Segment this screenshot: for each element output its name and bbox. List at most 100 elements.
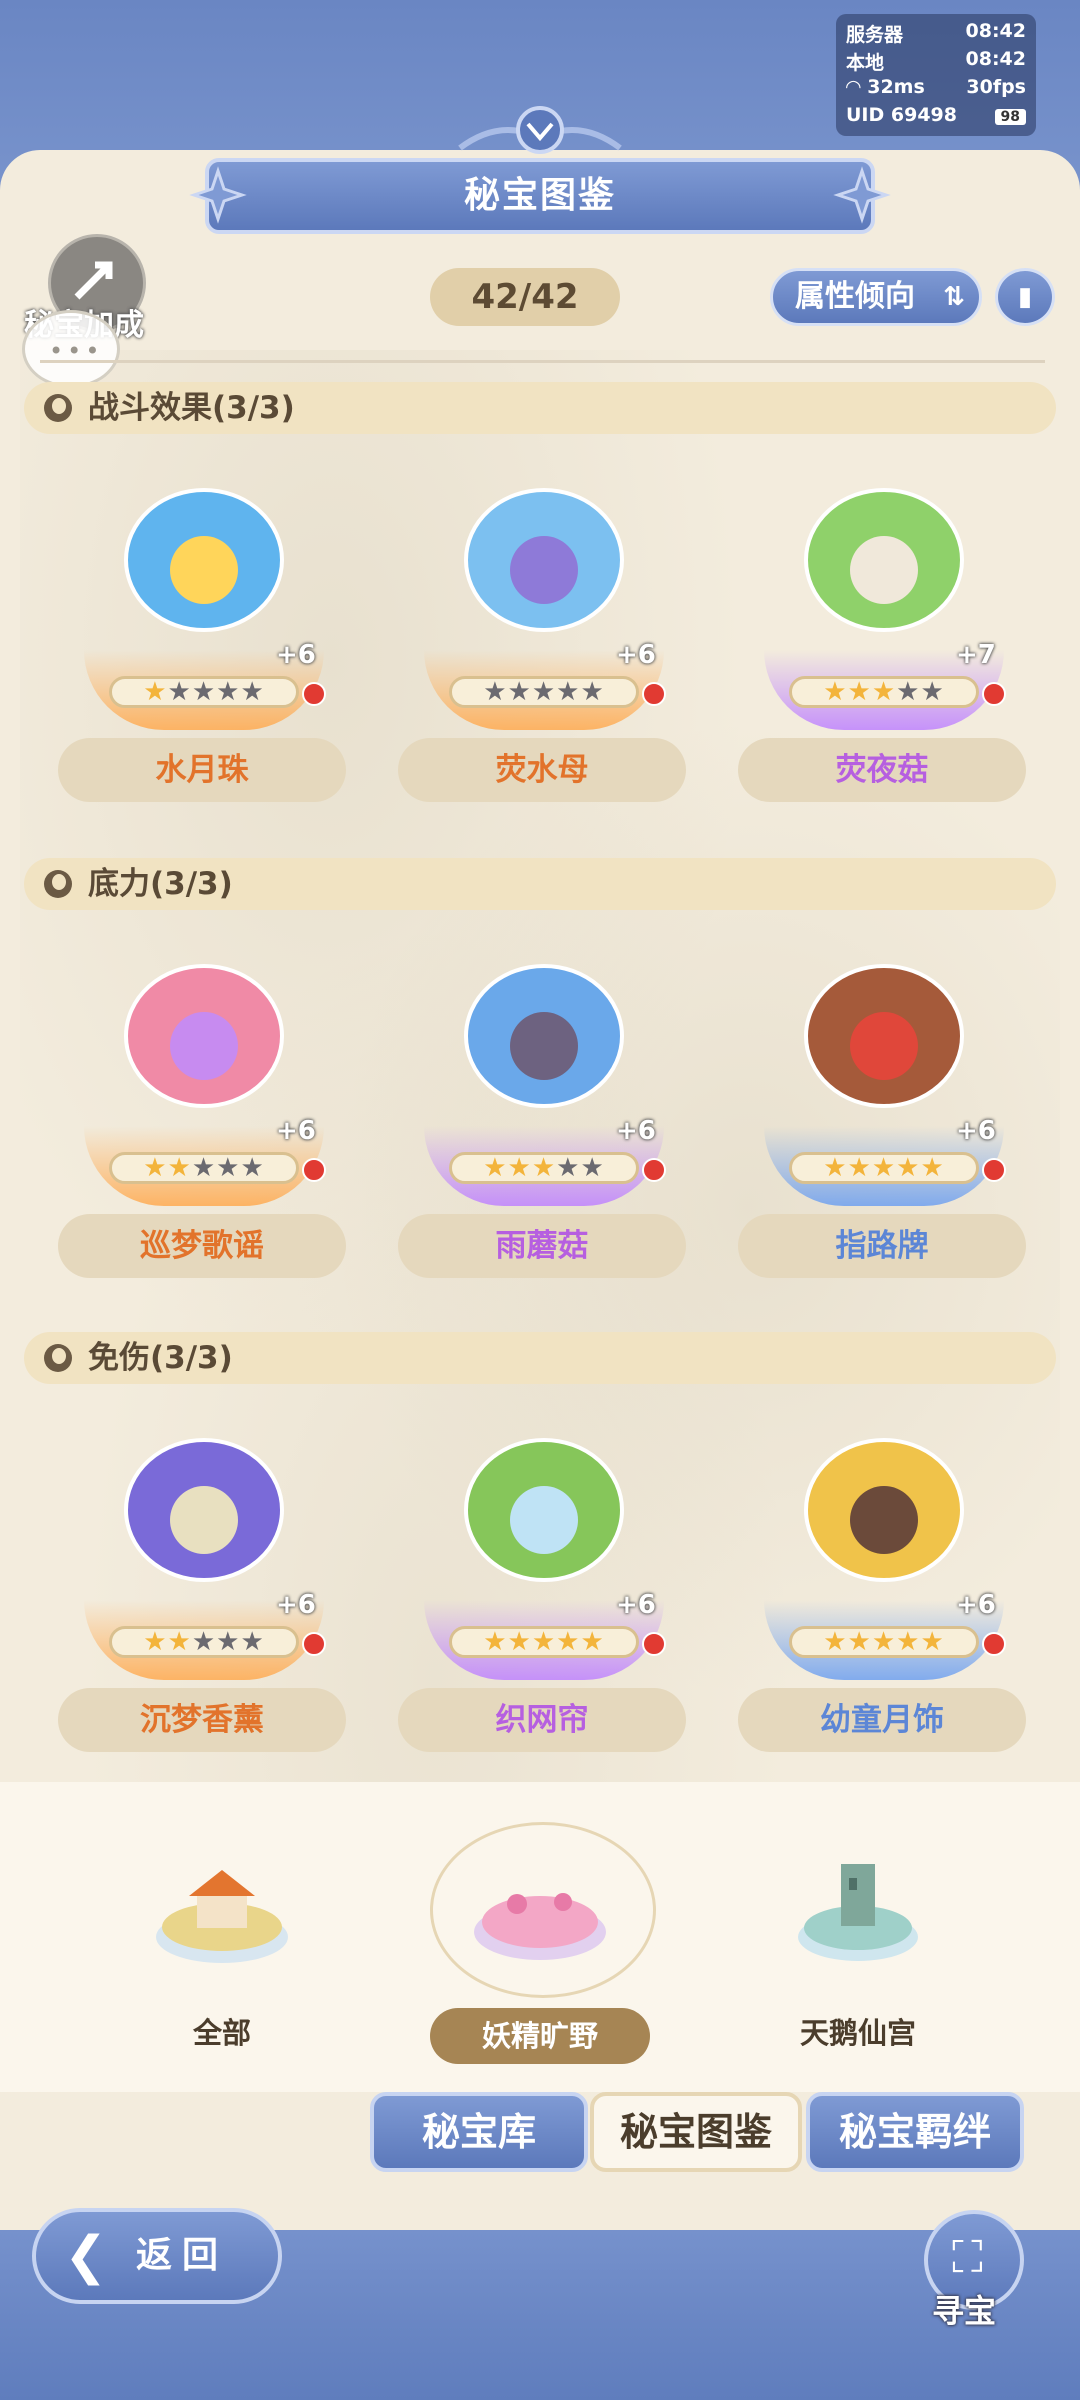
star-filled-icon: ★ xyxy=(823,677,848,707)
notification-dot xyxy=(982,1632,1006,1656)
star-filled-icon: ★ xyxy=(847,1153,872,1183)
island-pink-icon xyxy=(474,1893,606,1960)
local-label: 本地 xyxy=(846,52,885,74)
battery-icon: 98 xyxy=(994,109,1026,125)
category-title: 免伤(3/3) xyxy=(88,1340,233,1376)
treasure-card[interactable]: ★★★★★ +7 荧夜菇 xyxy=(734,450,1034,810)
treasure-card[interactable]: ★★★★★ +6 巡梦歌谣 xyxy=(54,926,354,1286)
star-empty-icon: ★ xyxy=(920,677,945,707)
star-filled-icon: ★ xyxy=(483,1153,508,1183)
category-moon-icon xyxy=(44,1344,72,1372)
tab-treasure-vault[interactable]: 秘宝库 xyxy=(370,2092,588,2172)
star-filled-icon: ★ xyxy=(483,1627,508,1657)
treasure-card[interactable]: ★★★★★ +6 织网帘 xyxy=(394,1400,694,1760)
enhance-level: +6 xyxy=(956,1590,996,1620)
star-filled-icon: ★ xyxy=(531,1627,557,1657)
star-empty-icon: ★ xyxy=(240,1627,265,1657)
star-filled-icon: ★ xyxy=(871,1153,897,1183)
category-header: 底力(3/3) xyxy=(24,858,1056,910)
local-time: 08:42 xyxy=(965,48,1026,70)
crown-ornament-icon xyxy=(458,106,622,154)
category-moon-icon xyxy=(44,870,72,898)
region-swan-palace[interactable]: 天鹅仙宫 xyxy=(708,1782,1008,2092)
notification-dot xyxy=(642,682,666,706)
treasure-name: 沉梦香薰 xyxy=(58,1688,346,1752)
tab-treasure-codex[interactable]: 秘宝图鉴 xyxy=(590,2092,802,2172)
star-rating: ★★★★★ xyxy=(109,1152,299,1184)
treasure-card[interactable]: ★★★★★ +6 幼童月饰 xyxy=(734,1400,1034,1760)
star-empty-icon: ★ xyxy=(216,1627,241,1657)
star-empty-icon: ★ xyxy=(191,677,217,707)
enhance-level: +6 xyxy=(956,1116,996,1146)
category-header: 免伤(3/3) xyxy=(24,1332,1056,1384)
star-empty-icon: ★ xyxy=(580,677,605,707)
treasure-name: 雨蘑菇 xyxy=(398,1214,686,1278)
attribute-tendency-button[interactable]: 属性倾向 ⇅ xyxy=(770,268,982,326)
star-empty-icon: ★ xyxy=(191,1627,217,1657)
attribute-tendency-label: 属性倾向 xyxy=(795,279,915,314)
treasure-card[interactable]: ★★★★★ +6 雨蘑菇 xyxy=(394,926,694,1286)
star-filled-icon: ★ xyxy=(823,1627,848,1657)
star-filled-icon: ★ xyxy=(143,1627,168,1657)
star-filled-icon: ★ xyxy=(167,1153,192,1183)
ping-value: 32ms xyxy=(867,76,925,98)
info-book-button[interactable]: ▮ xyxy=(995,268,1055,326)
treasure-name: 指路牌 xyxy=(738,1214,1026,1278)
star-rating: ★★★★★ xyxy=(109,1626,299,1658)
divider xyxy=(40,360,1045,363)
uid-value: UID 69498 xyxy=(846,104,957,126)
treasure-card[interactable]: ★★★★★ +6 指路牌 xyxy=(734,926,1034,1286)
region-label: 全部 xyxy=(192,2016,251,2050)
star-filled-icon: ★ xyxy=(847,1627,872,1657)
page-title: 秘宝图鉴 xyxy=(205,158,875,234)
island-house-icon xyxy=(156,1870,288,1963)
star-empty-icon: ★ xyxy=(240,677,265,707)
star-filled-icon: ★ xyxy=(143,1153,168,1183)
treasure-card[interactable]: ★★★★★ +6 荧水母 xyxy=(394,450,694,810)
enhance-level: +7 xyxy=(956,640,996,670)
star-filled-icon: ★ xyxy=(847,677,872,707)
enhance-level: +6 xyxy=(276,640,316,670)
treasure-name: 荧夜菇 xyxy=(738,738,1026,802)
sparkle-icon xyxy=(189,166,247,224)
region-label: 天鹅仙宫 xyxy=(799,2016,916,2050)
treasure-name: 巡梦歌谣 xyxy=(58,1214,346,1278)
category-moon-icon xyxy=(44,394,72,422)
treasure-name: 织网帘 xyxy=(398,1688,686,1752)
notification-dot xyxy=(982,1158,1006,1182)
region-all[interactable]: 全部 xyxy=(72,1782,372,2092)
enhance-level: +6 xyxy=(616,640,656,670)
region-fairy-wilds[interactable]: 妖精旷野 xyxy=(390,1782,690,2092)
back-button[interactable]: ❮ 返回 xyxy=(32,2208,282,2304)
star-filled-icon: ★ xyxy=(920,1153,945,1183)
star-filled-icon: ★ xyxy=(167,1627,192,1657)
island-tower-icon xyxy=(798,1864,918,1961)
star-rating: ★★★★★ xyxy=(449,1626,639,1658)
treasure-card[interactable]: ★★★★★ +6 水月珠 xyxy=(54,450,354,810)
star-empty-icon: ★ xyxy=(896,677,921,707)
star-filled-icon: ★ xyxy=(896,1153,921,1183)
star-empty-icon: ★ xyxy=(191,1153,217,1183)
star-empty-icon: ★ xyxy=(556,1153,581,1183)
collection-counter: 42/42 xyxy=(430,268,620,326)
star-empty-icon: ★ xyxy=(556,677,581,707)
star-filled-icon: ★ xyxy=(920,1627,945,1657)
notification-dot xyxy=(302,682,326,706)
star-filled-icon: ★ xyxy=(531,1153,557,1183)
star-empty-icon: ★ xyxy=(507,677,532,707)
tab-treasure-bonds[interactable]: 秘宝羁绊 xyxy=(806,2092,1024,2172)
star-rating: ★★★★★ xyxy=(789,1152,979,1184)
treasure-card[interactable]: ★★★★★ +6 沉梦香薰 xyxy=(54,1400,354,1760)
chat-button[interactable]: ••• xyxy=(22,310,120,388)
region-label-selected: 妖精旷野 xyxy=(430,2008,650,2064)
server-time: 08:42 xyxy=(965,20,1026,42)
star-filled-icon: ★ xyxy=(556,1627,581,1657)
notification-dot xyxy=(302,1158,326,1182)
star-filled-icon: ★ xyxy=(896,1627,921,1657)
treasure-name: 荧水母 xyxy=(398,738,686,802)
star-empty-icon: ★ xyxy=(483,677,508,707)
treasure-name: 水月珠 xyxy=(58,738,346,802)
wifi-icon: ◠ xyxy=(846,76,868,98)
category-title: 底力(3/3) xyxy=(88,866,233,902)
star-empty-icon: ★ xyxy=(240,1153,265,1183)
